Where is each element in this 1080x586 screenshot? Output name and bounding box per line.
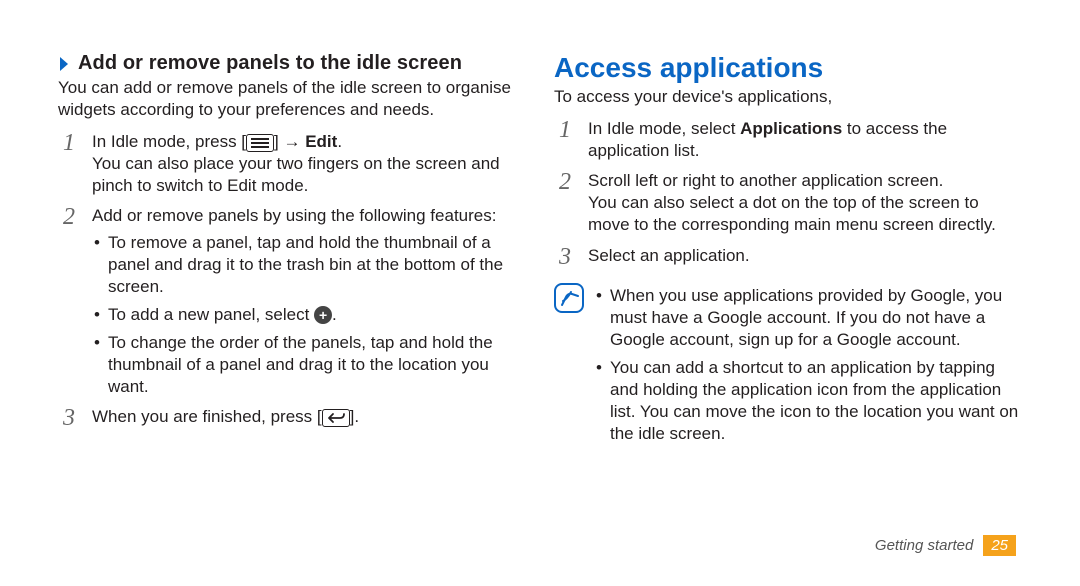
note-google-account: When you use applications provided by Go… <box>594 285 1022 351</box>
right-step-2: 2 Scroll left or right to another applic… <box>554 170 1022 236</box>
note-bullets: When you use applications provided by Go… <box>594 285 1022 446</box>
applications-label: Applications <box>740 119 842 138</box>
bullet-reorder-panels: To change the order of the panels, tap a… <box>92 332 526 398</box>
step-number: 1 <box>58 131 80 197</box>
text-fragment: In Idle mode, press [ <box>92 132 246 151</box>
text-fragment: . <box>332 305 337 324</box>
text-fragment: ] → <box>274 132 305 151</box>
left-step-1: 1 In Idle mode, press [ ] → Edit. You can… <box>58 131 526 197</box>
step-number: 1 <box>554 118 576 162</box>
right-step-3: 3 Select an application. <box>554 245 1022 269</box>
text-fragment: In Idle mode, select <box>588 119 740 138</box>
page-number: 25 <box>983 535 1016 556</box>
step-number: 3 <box>554 245 576 269</box>
chevron-right-icon <box>58 55 70 73</box>
footer-section: Getting started <box>875 537 973 554</box>
step-1-line: In Idle mode, select Applications to acc… <box>588 118 1022 162</box>
text-fragment: To add a new panel, select <box>108 305 314 324</box>
step-number: 2 <box>554 170 576 236</box>
left-step-3: 3 When you are finished, press []. <box>58 406 526 430</box>
left-intro: You can add or remove panels of the idle… <box>58 77 526 121</box>
menu-key-icon <box>246 134 274 152</box>
bullet-remove-panel: To remove a panel, tap and hold the thum… <box>92 232 526 298</box>
add-panel-icon: + <box>314 306 332 324</box>
left-column: Add or remove panels to the idle screen … <box>58 52 526 535</box>
step-1-line-1: In Idle mode, press [ ] → Edit. <box>92 131 526 153</box>
right-column: Access applications To access your devic… <box>554 52 1022 535</box>
text-fragment: . <box>337 132 342 151</box>
step-3-line: Select an application. <box>588 245 1022 267</box>
step-number: 3 <box>58 406 80 430</box>
note-block: When you use applications provided by Go… <box>554 281 1022 446</box>
right-steps: 1 In Idle mode, select Applications to a… <box>554 118 1022 445</box>
back-key-icon <box>322 409 350 427</box>
right-step-1: 1 In Idle mode, select Applications to a… <box>554 118 1022 162</box>
edit-label: Edit <box>305 132 337 151</box>
step-2-line-2: You can also select a dot on the top of … <box>588 192 1022 236</box>
text-fragment: When you are finished, press [ <box>92 407 322 426</box>
left-heading-text: Add or remove panels to the idle screen <box>78 52 462 75</box>
step-3-line: When you are finished, press []. <box>92 406 526 428</box>
step-number: 2 <box>58 205 80 398</box>
note-icon <box>554 283 584 313</box>
page-footer: Getting started 25 <box>58 535 1022 556</box>
step-2-line-1: Scroll left or right to another applicat… <box>588 170 1022 192</box>
text-fragment: ]. <box>350 407 359 426</box>
step-2-intro: Add or remove panels by using the follow… <box>92 205 526 227</box>
right-heading: Access applications <box>554 52 1022 84</box>
right-intro: To access your device's applications, <box>554 86 1022 108</box>
left-steps: 1 In Idle mode, press [ ] → Edit. You can… <box>58 131 526 430</box>
step-1-line-2: You can also place your two fingers on t… <box>92 153 526 197</box>
note-shortcut: You can add a shortcut to an application… <box>594 357 1022 445</box>
left-step-2: 2 Add or remove panels by using the foll… <box>58 205 526 398</box>
step-2-bullets: To remove a panel, tap and hold the thum… <box>92 232 526 399</box>
two-column-layout: Add or remove panels to the idle screen … <box>58 52 1022 535</box>
left-heading: Add or remove panels to the idle screen <box>58 52 526 75</box>
bullet-add-panel: To add a new panel, select +. <box>92 304 526 326</box>
